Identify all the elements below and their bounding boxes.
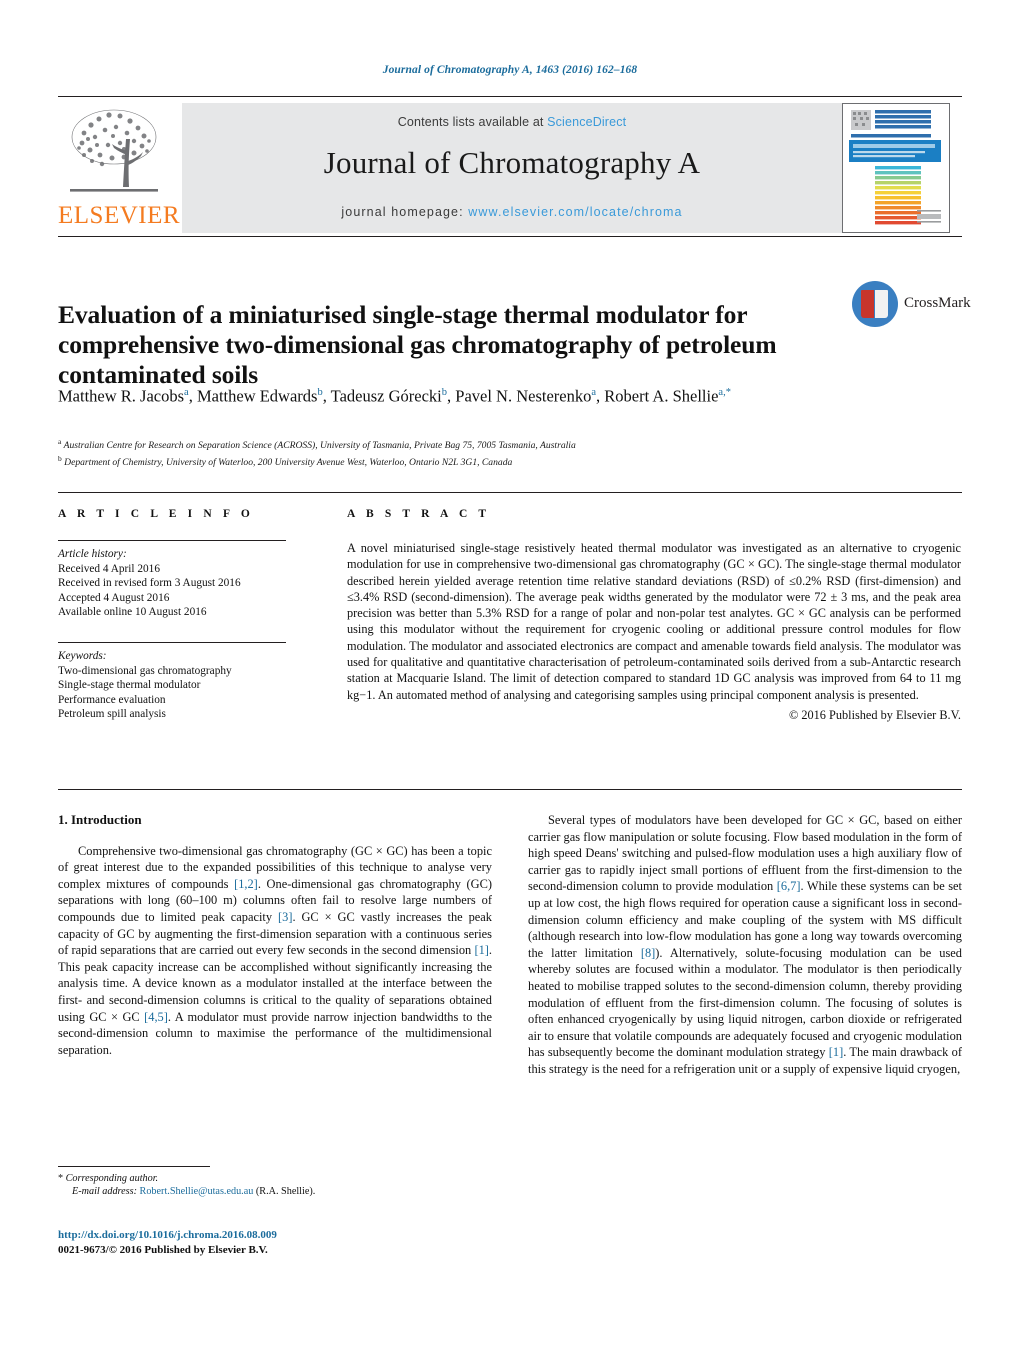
- crossmark-icon: [852, 281, 898, 327]
- keyword-item: Single-stage thermal modulator: [58, 679, 201, 692]
- para-seg: ). Alternatively, solute-focusing modula…: [528, 945, 962, 1060]
- email-line: E-mail address: Robert.Shellie@utas.edu.…: [58, 1185, 492, 1198]
- keywords-block: Keywords: Two-dimensional gas chromatogr…: [58, 649, 308, 722]
- corresponding-author-line: * Corresponding author.: [58, 1172, 492, 1185]
- corresponding-marker: *: [58, 1173, 64, 1184]
- abstract-text: A novel miniaturised single-stage resist…: [347, 541, 961, 702]
- keywords-label: Keywords:: [58, 649, 107, 662]
- history-item: Accepted 4 August 2016: [58, 591, 170, 604]
- abstract-heading: A B S T R A C T: [347, 508, 491, 520]
- journal-homepage-line: journal homepage: www.elsevier.com/locat…: [182, 205, 842, 219]
- affiliation-mark-a: a: [58, 437, 62, 446]
- crossmark-label: CrossMark: [904, 295, 971, 311]
- journal-cover-thumbnail: [842, 103, 950, 233]
- abstract-column: A novel miniaturised single-stage resist…: [347, 540, 961, 723]
- info-rule-1: [58, 540, 286, 541]
- issn-copyright: 0021-9673/© 2016 Published by Elsevier B…: [58, 1244, 268, 1256]
- section-heading-introduction: 1. Introduction: [58, 812, 142, 827]
- citation-ref[interactable]: [3]: [278, 910, 292, 924]
- page-title: Evaluation of a miniaturised single-stag…: [58, 300, 777, 390]
- homepage-url-link[interactable]: www.elsevier.com/locate/chroma: [468, 205, 682, 219]
- history-item: Available online 10 August 2016: [58, 606, 207, 619]
- journal-masthead: ELSEVIER Contents lists available at Sci…: [58, 96, 962, 235]
- article-info-heading: A R T I C L E I N F O: [58, 508, 254, 520]
- homepage-prefix: journal homepage:: [341, 205, 469, 219]
- abstract-copyright: © 2016 Published by Elsevier B.V.: [788, 707, 961, 722]
- sciencedirect-link[interactable]: ScienceDirect: [547, 115, 626, 129]
- keyword-item: Performance evaluation: [58, 693, 166, 706]
- citation-ref[interactable]: [6,7]: [777, 879, 801, 893]
- affiliations: a Australian Centre for Research on Sepa…: [58, 435, 848, 469]
- crossmark-book-left: [861, 290, 874, 318]
- contents-available-line: Contents lists available at ScienceDirec…: [182, 115, 842, 129]
- info-divider-bottom: [58, 789, 962, 790]
- contents-prefix: Contents lists available at: [397, 115, 548, 129]
- affiliation-b-text: Department of Chemistry, University of W…: [64, 457, 513, 469]
- body-column-right: Several types of modulators have been de…: [528, 812, 962, 1078]
- citation-ref[interactable]: [4,5]: [144, 1010, 168, 1024]
- paper-page: Journal of Chromatography A, 1463 (2016)…: [0, 0, 1020, 1351]
- email-label: E-mail address:: [72, 1186, 137, 1198]
- citation-ref[interactable]: [1]: [474, 943, 488, 957]
- body-paragraph-left: Comprehensive two-dimensional gas chroma…: [58, 843, 492, 1059]
- body-paragraph-right: Several types of modulators have been de…: [528, 812, 962, 1078]
- info-rule-2: [58, 641, 286, 643]
- elsevier-logo: ELSEVIER: [58, 103, 181, 233]
- affiliation-b: b Department of Chemistry, University of…: [58, 452, 848, 469]
- footnote-divider: [58, 1166, 210, 1167]
- footnote-block: * Corresponding author. E-mail address: …: [58, 1172, 492, 1199]
- history-item: Received in revised form 3 August 2016: [58, 577, 241, 590]
- affiliation-a: a Australian Centre for Research on Sepa…: [58, 435, 848, 452]
- title-divider: [58, 236, 962, 237]
- running-head: Journal of Chromatography A, 1463 (2016)…: [382, 64, 638, 76]
- author-list: Matthew R. Jacobsa, Matthew Edwardsb, Ta…: [58, 386, 731, 406]
- affiliation-a-text: Australian Centre for Research on Separa…: [63, 440, 576, 452]
- citation-ref[interactable]: [1]: [829, 1045, 843, 1059]
- article-info-column: Article history: Received 4 April 2016 R…: [58, 540, 308, 722]
- keyword-item: Two-dimensional gas chromatography: [58, 664, 232, 677]
- email-owner: (R.A. Shellie).: [255, 1186, 316, 1198]
- crossmark-badge[interactable]: CrossMark: [852, 281, 971, 337]
- keyword-item: Petroleum spill analysis: [58, 708, 166, 721]
- affiliation-mark-b: b: [58, 454, 62, 464]
- citation-ref[interactable]: [8]: [641, 946, 655, 960]
- info-divider-top: [58, 492, 962, 493]
- history-item: Received 4 April 2016: [58, 562, 160, 575]
- elsevier-tree-icon: [64, 103, 164, 203]
- article-history-block: Article history: Received 4 April 2016 R…: [58, 547, 308, 620]
- article-history-label: Article history:: [58, 548, 127, 560]
- journal-title: Journal of Chromatography A: [323, 145, 701, 180]
- masthead-band: Contents lists available at ScienceDirec…: [182, 103, 842, 233]
- elsevier-wordmark: ELSEVIER: [58, 202, 181, 229]
- body-column-left: 1. Introduction Comprehensive two-dimens…: [58, 812, 492, 1058]
- citation-ref[interactable]: [1,2]: [234, 877, 258, 891]
- doi-link[interactable]: http://dx.doi.org/10.1016/j.chroma.2016.…: [58, 1228, 558, 1243]
- email-link[interactable]: Robert.Shellie@utas.edu.au: [140, 1186, 254, 1197]
- crossmark-book-right: [875, 290, 888, 318]
- corresponding-label: Corresponding author.: [65, 1173, 159, 1184]
